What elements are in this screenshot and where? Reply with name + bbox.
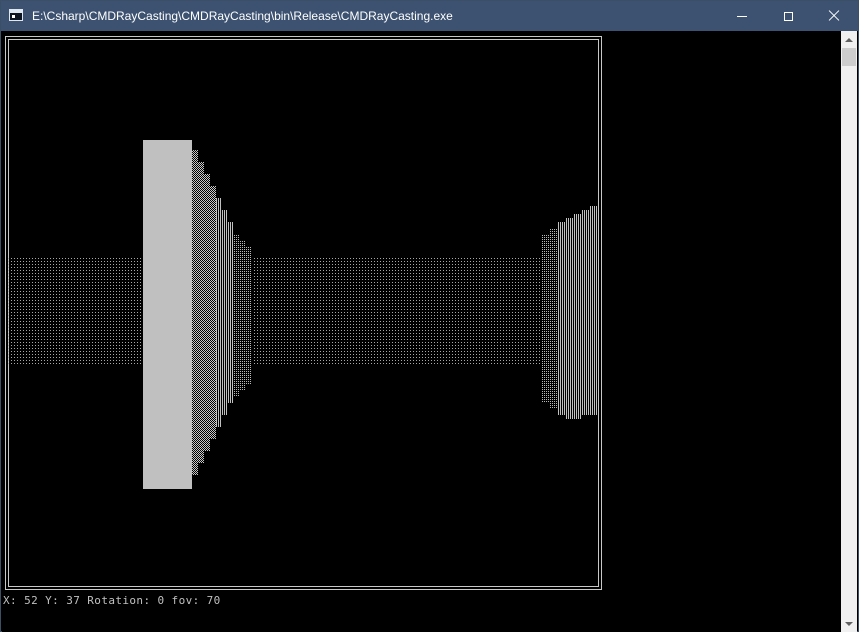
- right-wall-step: [582, 210, 590, 415]
- console-area[interactable]: X: 52 Y: 37 Rotation: 0 fov: 70: [2, 31, 842, 632]
- window-title: E:\Csharp\CMDRayCasting\CMDRayCasting\bi…: [32, 9, 453, 23]
- wall-step: [204, 174, 210, 451]
- right-wall-step: [558, 222, 566, 415]
- raycast-scene: [8, 140, 597, 489]
- wall-step: [210, 186, 216, 439]
- chevron-up-icon: [845, 37, 853, 42]
- close-button[interactable]: [811, 1, 857, 31]
- scroll-down-button[interactable]: [841, 615, 857, 632]
- wall-step: [222, 210, 228, 415]
- wall-step: [228, 222, 234, 403]
- console-app-icon[interactable]: [9, 9, 23, 21]
- close-icon: [828, 10, 840, 22]
- right-wall-step: [590, 206, 597, 415]
- far-wall-left: [8, 258, 143, 366]
- near-wall-solid: [143, 140, 192, 489]
- chevron-down-icon: [845, 621, 853, 626]
- right-wall-step: [566, 218, 574, 419]
- wall-step: [246, 246, 252, 385]
- vertical-scrollbar[interactable]: [841, 31, 857, 632]
- raycast-viewport: [8, 39, 599, 587]
- wall-step: [240, 240, 246, 391]
- maximize-button[interactable]: [765, 1, 811, 31]
- wall-step: [216, 198, 222, 427]
- maximize-icon: [783, 11, 793, 21]
- console-window: E:\Csharp\CMDRayCasting\CMDRayCasting\bi…: [0, 0, 859, 632]
- title-bar[interactable]: E:\Csharp\CMDRayCasting\CMDRayCasting\bi…: [1, 1, 858, 31]
- minimize-icon: [737, 15, 747, 17]
- wall-step: [192, 150, 198, 475]
- right-wall-step: [574, 214, 582, 419]
- status-line: X: 52 Y: 37 Rotation: 0 fov: 70: [3, 594, 221, 607]
- right-wall-step: [542, 234, 550, 403]
- wall-step: [234, 234, 240, 397]
- scroll-thumb[interactable]: [842, 48, 856, 66]
- wall-step: [198, 162, 204, 463]
- minimize-button[interactable]: [719, 1, 765, 31]
- scroll-up-button[interactable]: [841, 31, 857, 48]
- right-wall-step: [550, 228, 558, 409]
- far-wall-middle: [252, 258, 542, 366]
